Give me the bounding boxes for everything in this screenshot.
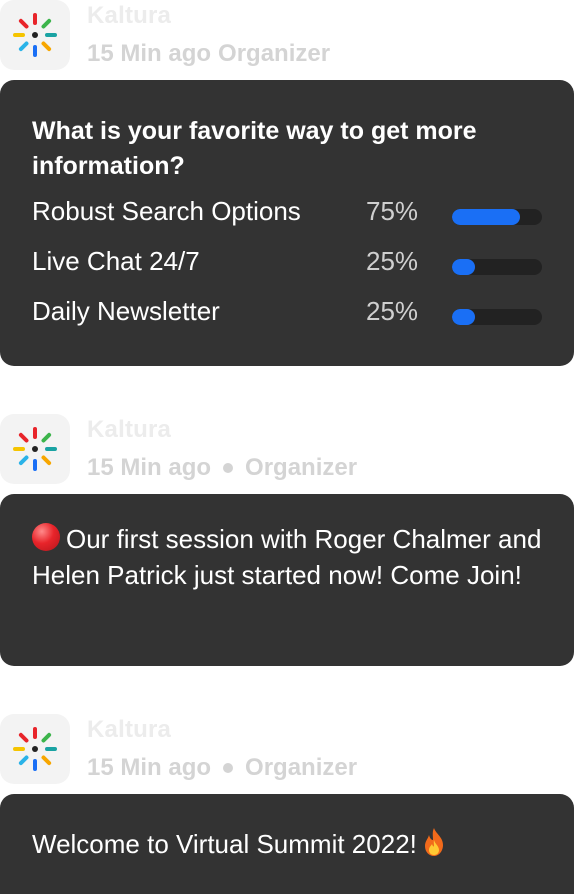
sender-role: Organizer xyxy=(218,40,331,67)
fire-icon xyxy=(424,828,443,856)
kaltura-logo-icon xyxy=(13,727,57,771)
message-header: Kaltura 15 Min ago Organizer xyxy=(0,0,574,74)
poll-progress-fill xyxy=(452,209,520,225)
poll-progress-track xyxy=(452,309,542,325)
message-text: Welcome to Virtual Summit 2022! xyxy=(32,829,417,859)
poll-option[interactable]: Daily Newsletter 25% xyxy=(32,286,542,336)
poll-options: Robust Search Options 75% Live Chat 24/7… xyxy=(32,186,542,336)
message-meta: 15 Min ago Organizer xyxy=(87,454,357,482)
poll-option-label: Live Chat 24/7 xyxy=(32,246,200,276)
poll-option-percent: 25% xyxy=(366,296,419,326)
poll-question: What is your favorite way to get more in… xyxy=(32,117,477,180)
kaltura-logo-icon xyxy=(13,13,57,57)
message-text: Our first session with Roger Chalmer and… xyxy=(32,524,542,590)
timestamp: 15 Min ago xyxy=(87,754,212,781)
avatar xyxy=(0,0,70,70)
poll-progress-track xyxy=(452,259,542,275)
poll-option-percent: 25% xyxy=(366,246,419,276)
message-header: Kaltura 15 Min ago Organizer xyxy=(0,414,574,488)
poll-option-label: Robust Search Options xyxy=(32,196,301,226)
poll-option[interactable]: Live Chat 24/7 25% xyxy=(32,236,542,286)
poll-option-label: Daily Newsletter xyxy=(32,296,220,326)
chat-feed: Kaltura 15 Min ago Organizer What is you… xyxy=(0,0,574,894)
message-header: Kaltura 15 Min ago Organizer xyxy=(0,714,574,788)
red-circle-icon xyxy=(32,523,60,551)
announcement-card: Our first session with Roger Chalmer and… xyxy=(0,494,574,666)
avatar xyxy=(0,714,70,784)
poll-option-percent: 75% xyxy=(366,196,419,226)
poll-progress-fill xyxy=(452,309,475,325)
separator-dot-icon xyxy=(223,463,234,473)
poll-progress-track xyxy=(452,209,542,225)
sender-role: Organizer xyxy=(245,754,358,781)
sender-name: Kaltura xyxy=(87,716,172,743)
separator-dot-icon xyxy=(223,763,234,773)
poll-card: What is your favorite way to get more in… xyxy=(0,80,574,366)
sender-name: Kaltura xyxy=(87,416,172,443)
kaltura-logo-icon xyxy=(13,427,57,471)
sender-name: Kaltura xyxy=(87,2,172,29)
poll-option[interactable]: Robust Search Options 75% xyxy=(32,186,542,236)
welcome-card: Welcome to Virtual Summit 2022! xyxy=(0,794,574,894)
sender-role: Organizer xyxy=(245,454,358,481)
message-meta: 15 Min ago Organizer xyxy=(87,40,330,68)
timestamp: 15 Min ago xyxy=(87,40,212,67)
timestamp: 15 Min ago xyxy=(87,454,212,481)
poll-progress-fill xyxy=(452,259,475,275)
message-meta: 15 Min ago Organizer xyxy=(87,754,357,782)
avatar xyxy=(0,414,70,484)
